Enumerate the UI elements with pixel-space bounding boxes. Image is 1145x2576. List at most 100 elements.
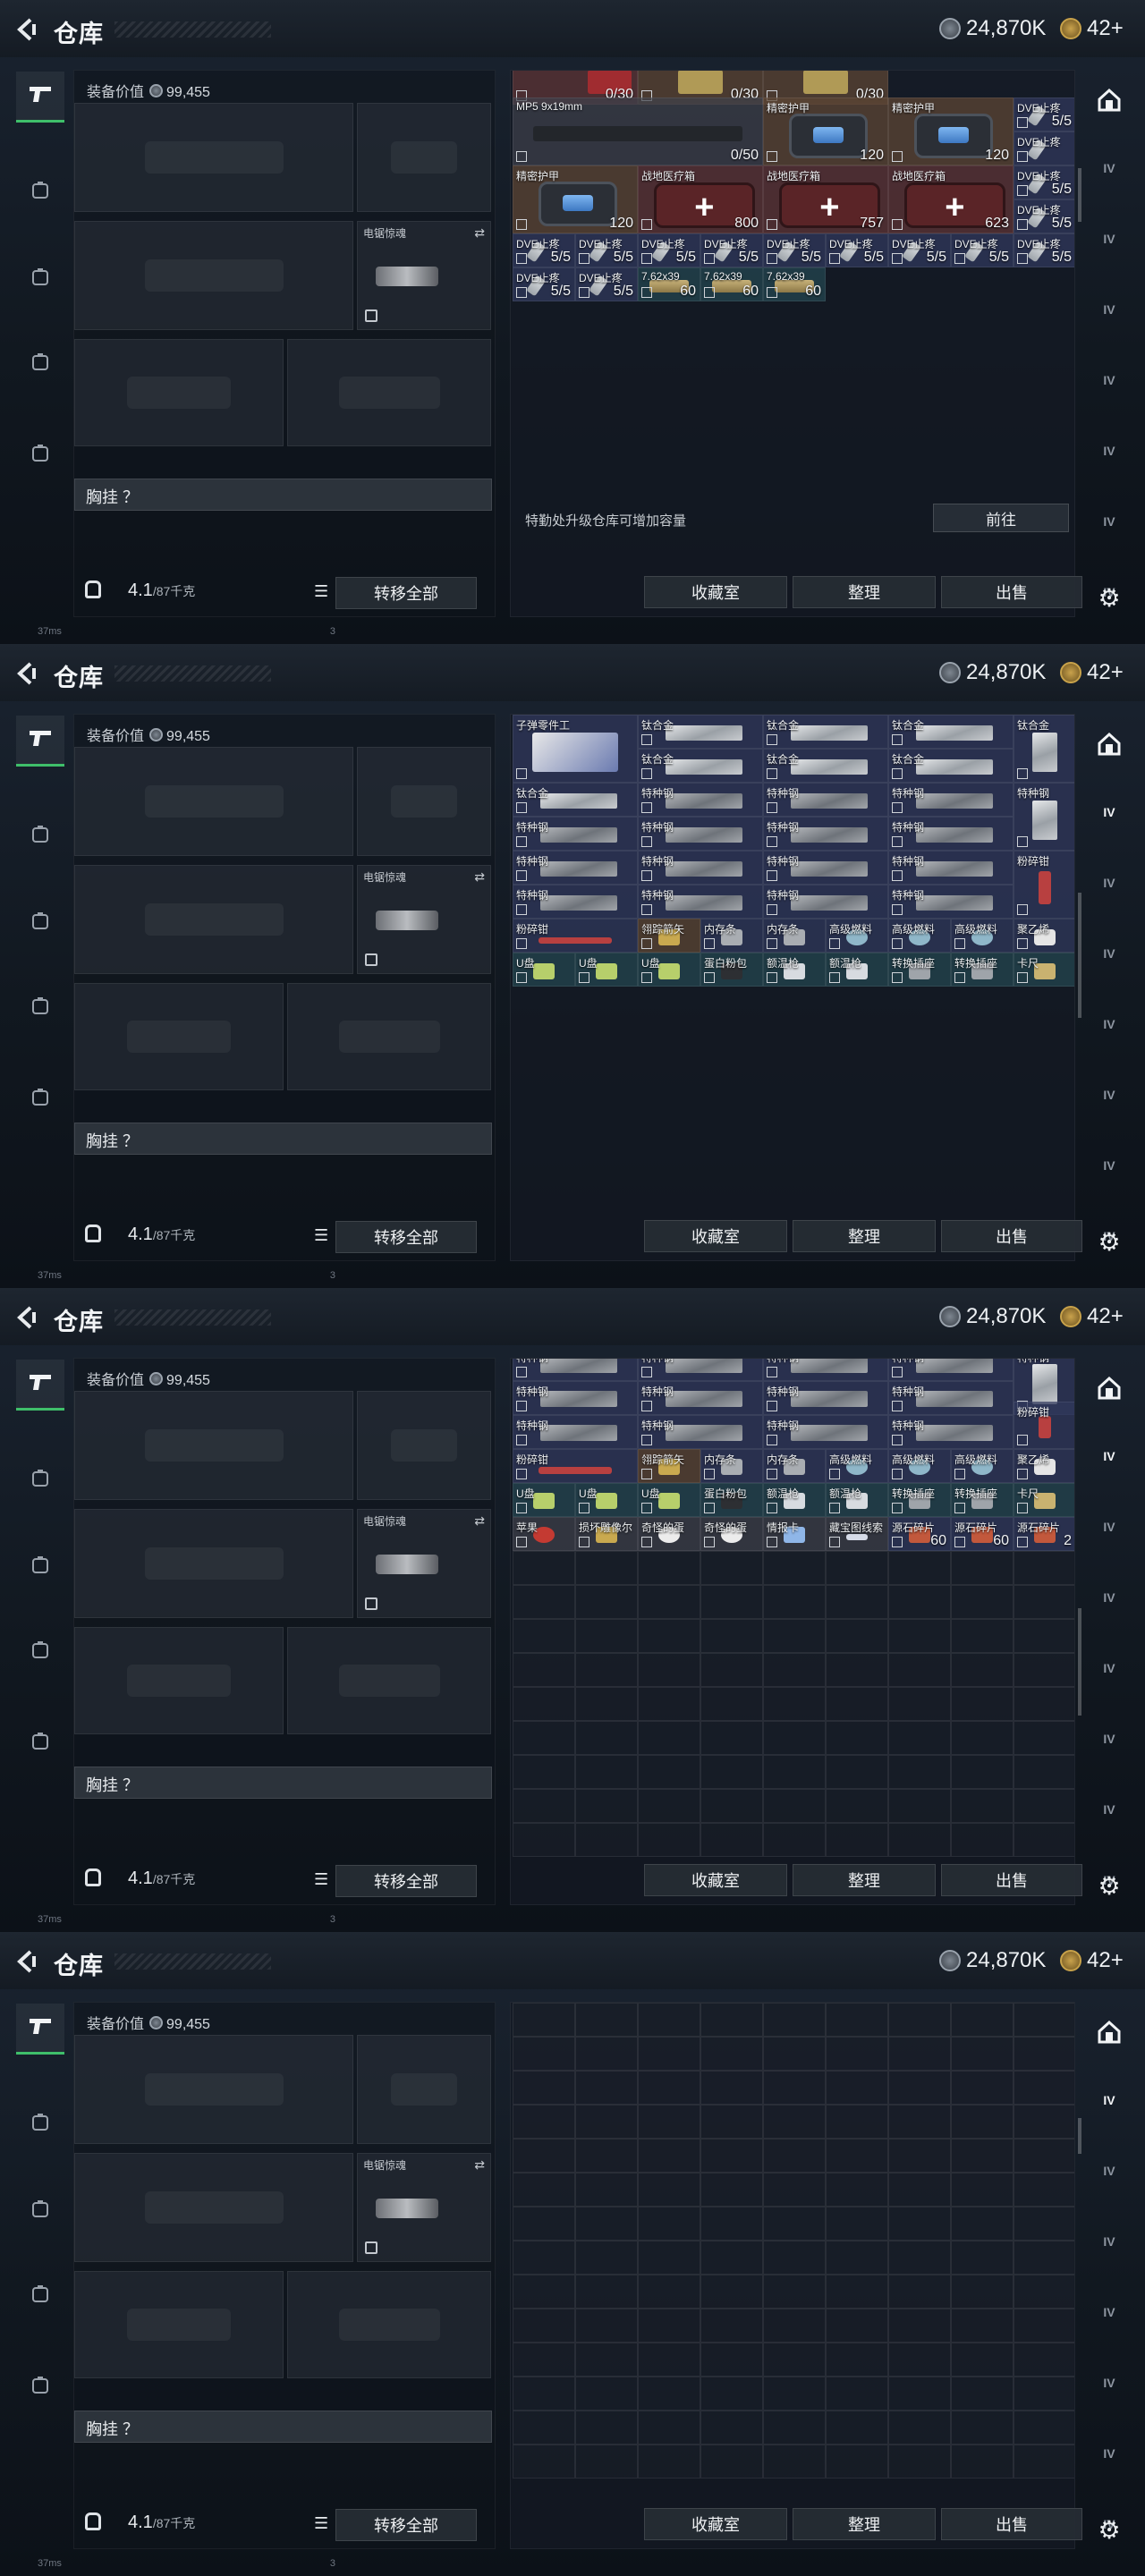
empty-cell[interactable] [1014,2309,1074,2343]
item-cell[interactable]: 高级燃料 [826,1448,888,1483]
item-cell[interactable]: 特种钢 [888,885,1014,919]
empty-cell[interactable] [1014,1618,1074,1653]
empty-cell[interactable] [575,1720,638,1755]
empty-cell[interactable] [888,2343,951,2377]
nav-weapon[interactable] [16,716,64,767]
item-cell[interactable]: MP5 9x19mm 0/50 [513,97,763,166]
empty-cell[interactable] [763,1822,826,1857]
grid-scrollbar[interactable] [1078,893,1081,1018]
empty-cell[interactable] [888,1788,951,1823]
empty-cell[interactable] [513,2003,575,2037]
empty-cell[interactable] [763,1754,826,1789]
item-cell[interactable]: 损坏雕像尔 [575,1516,638,1551]
item-cell[interactable]: 钛合金 [513,783,638,817]
empty-cell[interactable] [826,2241,888,2275]
empty-cell[interactable] [575,2241,638,2275]
empty-cell[interactable] [638,2445,700,2479]
empty-cell[interactable] [513,1550,575,1585]
empty-cell[interactable] [763,2377,826,2411]
empty-cell[interactable] [575,1686,638,1721]
back-arrow-icon[interactable] [13,660,39,687]
empty-cell[interactable] [1014,1822,1074,1857]
item-cell[interactable]: 内存条 [700,919,763,953]
empty-cell[interactable] [575,1550,638,1585]
item-cell[interactable]: 粉碎钳 [1014,851,1074,919]
empty-cell[interactable] [638,2343,700,2377]
item-cell[interactable]: 奇怪的蛋 [638,1516,700,1551]
empty-cell[interactable] [951,2037,1014,2071]
item-cell[interactable]: 特种钢 [763,817,888,851]
empty-cell[interactable] [513,1584,575,1619]
item-cell[interactable]: 7.62x39 60 [700,267,763,302]
empty-cell[interactable] [888,1720,951,1755]
collection-room-button[interactable]: 收藏室 [644,1864,787,1896]
nav-case[interactable] [16,2363,64,2411]
item-cell[interactable]: 子弹零件工 [513,715,638,783]
empty-cell[interactable] [888,2105,951,2139]
item-cell[interactable]: 卡尺 [1014,1482,1074,1517]
item-cell[interactable]: 特种钢 [513,1414,638,1449]
back-arrow-icon[interactable] [13,1304,39,1331]
armor-slot[interactable] [287,1627,491,1734]
empty-cell[interactable] [513,1754,575,1789]
empty-cell[interactable] [1014,2241,1074,2275]
item-cell[interactable]: 聚乙烯 [1014,1448,1074,1483]
item-cell[interactable]: DVE止疼 5/5 [638,233,700,268]
item-cell[interactable]: 特种钢 [638,783,763,817]
empty-cell[interactable] [513,2343,575,2377]
item-cell[interactable]: 特种钢 [513,885,638,919]
empty-cell[interactable] [763,2343,826,2377]
transfer-all-button[interactable]: 转移全部 [335,1865,477,1897]
nav-backpack[interactable] [16,340,64,388]
sort-button[interactable]: 整理 [793,576,936,608]
empty-cell[interactable] [513,2173,575,2207]
page-tab-5[interactable]: IV [1091,2365,1127,2401]
item-cell[interactable]: DVE止疼 5/5 [1014,199,1074,234]
item-cell[interactable]: 特种钢 [513,1359,638,1381]
item-cell[interactable]: 钛合金 [1014,715,1074,783]
item-cell[interactable]: 战地医疗箱 757 [763,165,888,234]
swap-icon[interactable]: ⇄ [474,869,485,885]
item-cell[interactable]: 聚乙烯 [1014,919,1074,953]
empty-cell[interactable] [575,2275,638,2309]
item-cell[interactable]: 额温枪 [826,1482,888,1517]
helmet-slot[interactable] [74,339,284,446]
empty-cell[interactable] [575,2309,638,2343]
empty-cell[interactable] [951,2411,1014,2445]
empty-cell[interactable] [700,2037,763,2071]
empty-cell[interactable] [888,1822,951,1857]
empty-cell[interactable] [1014,2275,1074,2309]
empty-cell[interactable] [575,2003,638,2037]
empty-cell[interactable] [513,2309,575,2343]
pistol-slot[interactable] [357,1391,491,1500]
empty-cell[interactable] [888,2445,951,2479]
item-cell[interactable]: U盘 [638,953,700,987]
empty-cell[interactable] [575,2377,638,2411]
empty-cell[interactable] [638,1754,700,1789]
item-cell[interactable]: 藏宝图线索 [826,1516,888,1551]
empty-cell[interactable] [826,1652,888,1687]
item-cell[interactable]: 苹果 [513,1516,575,1551]
nav-backpack[interactable] [16,2272,64,2320]
nav-case[interactable] [16,1075,64,1123]
empty-cell[interactable] [826,2207,888,2241]
item-cell[interactable]: 高级燃料 [951,919,1014,953]
page-tab-2[interactable]: IV [1091,2153,1127,2189]
empty-cell[interactable] [826,2445,888,2479]
empty-cell[interactable] [888,2037,951,2071]
vault-icon[interactable] [1091,2014,1127,2050]
item-cell[interactable]: 源石碎片 60 [888,1516,951,1551]
chest-rig-slot[interactable]: 胸挂 ？ [74,1767,492,1799]
page-tab-1[interactable]: IV [1091,150,1127,186]
item-cell[interactable]: 转换插座 [951,1482,1014,1517]
empty-cell[interactable] [513,1652,575,1687]
empty-cell[interactable] [888,1618,951,1653]
empty-cell[interactable] [826,1550,888,1585]
nav-backpack[interactable] [16,984,64,1032]
empty-cell[interactable] [826,2377,888,2411]
empty-cell[interactable] [1014,2411,1074,2445]
empty-cell[interactable] [763,2241,826,2275]
empty-cell[interactable] [638,1618,700,1653]
empty-cell[interactable] [1014,1754,1074,1789]
item-cell[interactable]: 特种钢 [763,851,888,885]
